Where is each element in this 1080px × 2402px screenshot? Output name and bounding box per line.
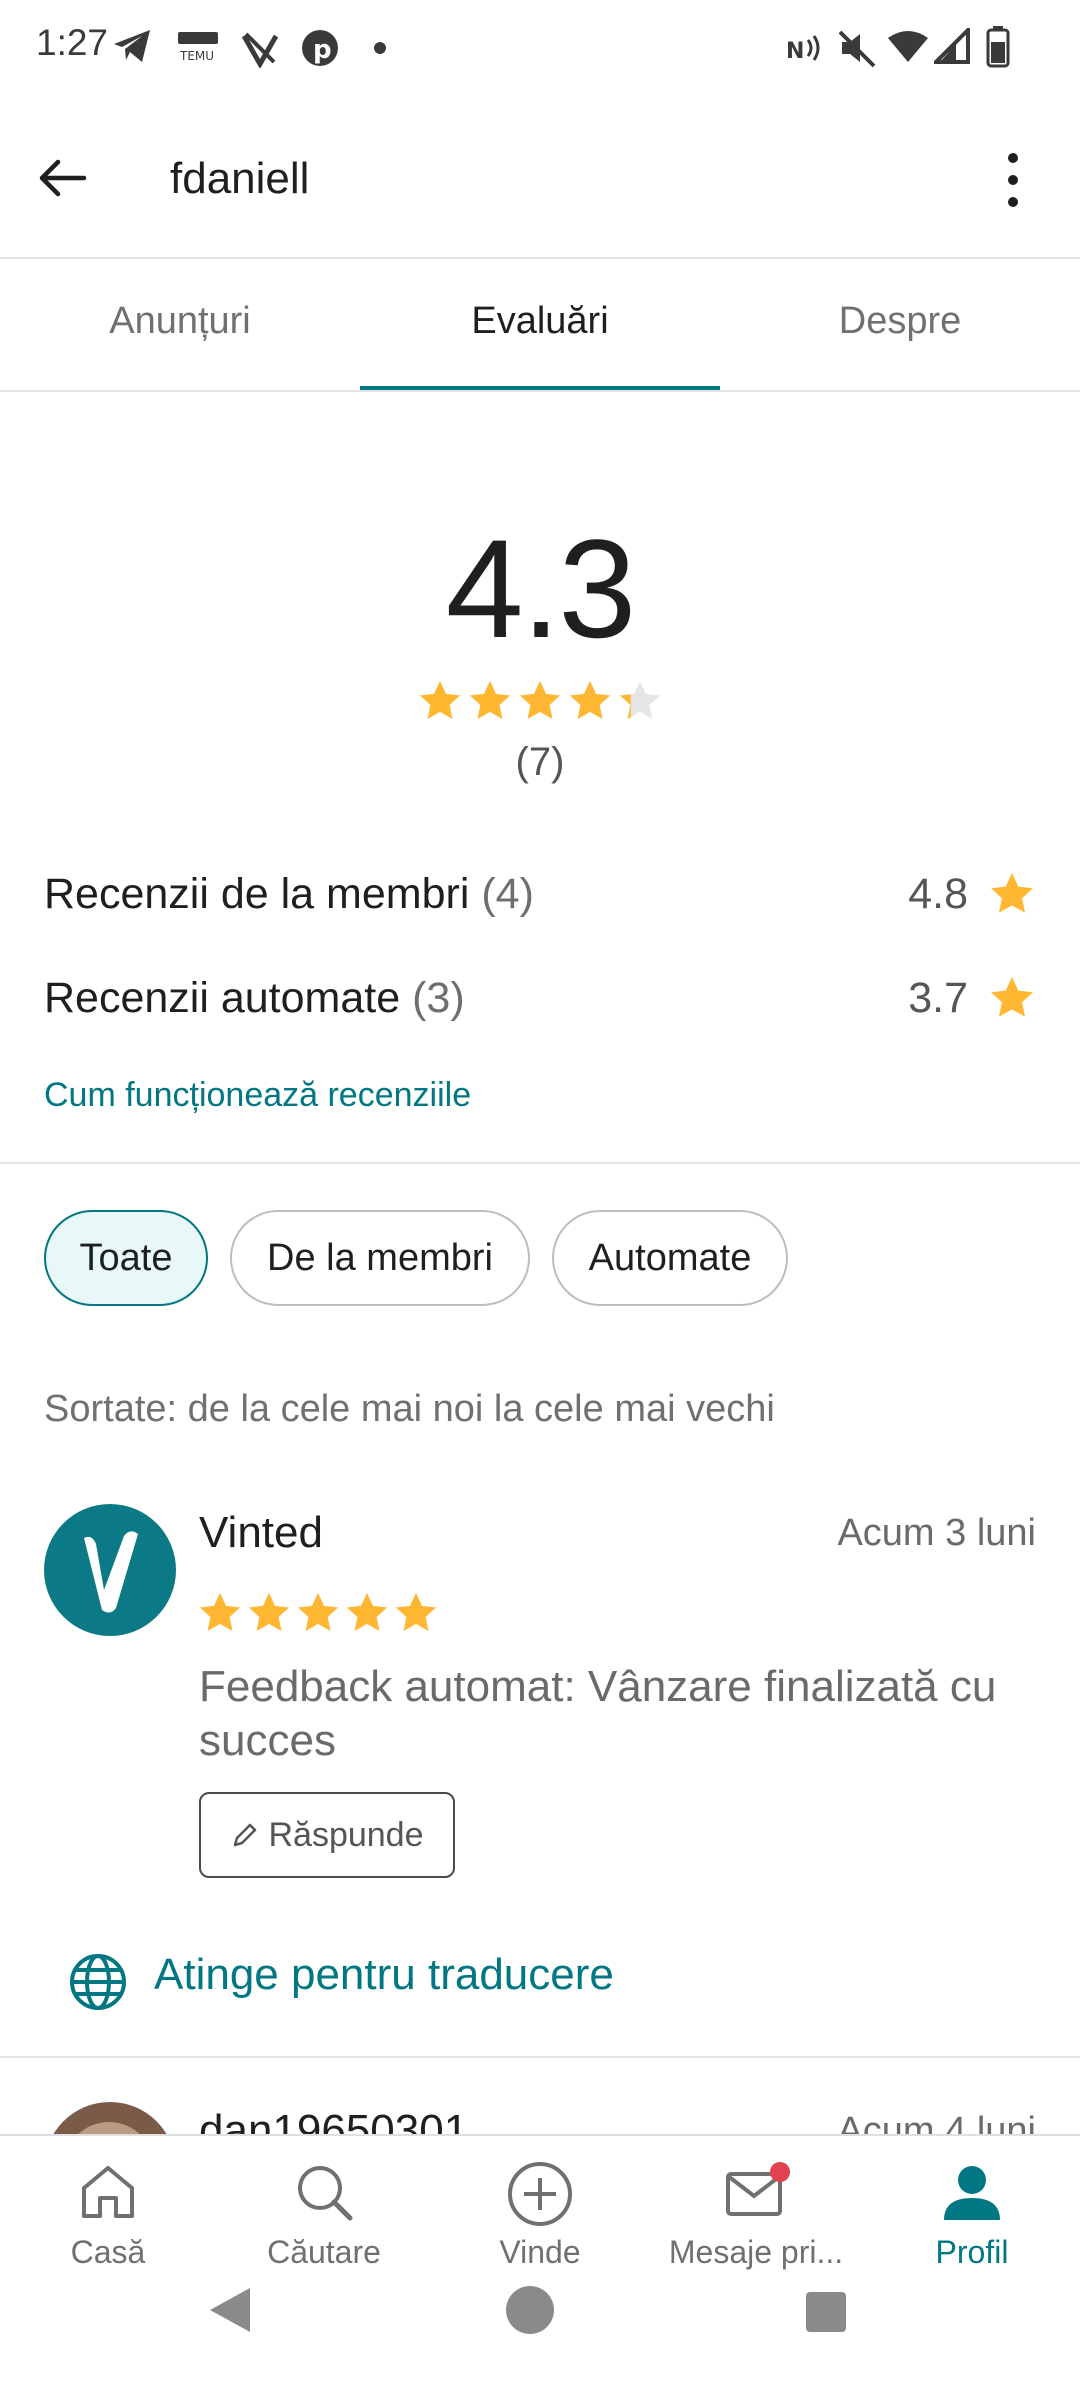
reply-button[interactable]: Răspunde xyxy=(199,1792,455,1878)
star-icon xyxy=(346,1592,388,1632)
bottom-navigation: Casă Căutare Vinde Mesaje pri... Profil xyxy=(0,2134,1080,2402)
star-icon xyxy=(199,1592,241,1632)
home-icon xyxy=(76,2160,140,2224)
average-rating-stars xyxy=(417,678,665,726)
nfc-icon: N xyxy=(786,30,826,66)
svg-text:N: N xyxy=(786,39,804,64)
nav-search[interactable]: Căutare xyxy=(216,2136,432,2296)
system-recents-icon[interactable] xyxy=(804,2290,848,2334)
tabs-divider xyxy=(0,390,1080,392)
battery-icon xyxy=(986,26,1010,68)
star-icon xyxy=(988,870,1036,918)
star-icon xyxy=(519,680,561,720)
reply-button-label: Răspunde xyxy=(268,1815,424,1854)
profile-icon xyxy=(940,2160,1004,2224)
globe-icon[interactable] xyxy=(68,1952,128,2012)
avatar[interactable] xyxy=(44,1504,176,1636)
nav-sell-label: Vinde xyxy=(499,2234,581,2270)
sort-order-text: Sortate: de la cele mai noi la cele mai … xyxy=(44,1388,775,1430)
mail-icon xyxy=(722,2160,790,2224)
search-icon xyxy=(292,2160,356,2224)
member-reviews-score: 4.8 xyxy=(908,870,968,918)
review-stars xyxy=(197,1590,441,1638)
svg-text:TEMU: TEMU xyxy=(179,49,214,62)
status-time: 1:27 xyxy=(36,22,109,63)
star-icon xyxy=(619,680,661,720)
star-icon xyxy=(419,680,461,720)
section-divider xyxy=(0,1162,1080,1164)
nav-profile[interactable]: Profil xyxy=(864,2136,1080,2296)
automatic-reviews-count: (3) xyxy=(412,974,465,1022)
mute-icon xyxy=(838,28,878,68)
pinterest-icon: p xyxy=(300,28,340,68)
how-reviews-work-link[interactable]: Cum funcționează recenziile xyxy=(44,1076,471,1115)
star-icon xyxy=(248,1592,290,1632)
translate-link[interactable]: Atinge pentru traducere xyxy=(154,1950,614,2000)
rating-count: (7) xyxy=(515,740,565,784)
review-divider xyxy=(0,2056,1080,2058)
filter-members-chip[interactable]: De la membri xyxy=(230,1210,530,1306)
system-back-icon[interactable] xyxy=(206,2284,254,2336)
page-title: fdaniell xyxy=(170,154,310,203)
star-icon xyxy=(395,1592,437,1632)
top-bar-divider xyxy=(0,257,1080,259)
automatic-reviews-score: 3.7 xyxy=(908,974,968,1022)
nav-sell[interactable]: Vinde xyxy=(432,2136,648,2296)
nav-messages-label: Mesaje pri... xyxy=(668,2234,844,2270)
telegram-icon xyxy=(112,28,152,64)
wifi-icon xyxy=(888,30,928,64)
svg-text:p: p xyxy=(313,35,332,65)
tab-reviews[interactable]: Evaluări xyxy=(360,300,720,343)
nav-home-label: Casă xyxy=(70,2234,146,2270)
temu-icon: TEMU xyxy=(176,30,220,62)
member-reviews-count: (4) xyxy=(481,870,534,918)
system-home-icon[interactable] xyxy=(504,2284,556,2336)
tab-listings[interactable]: Anunțuri xyxy=(0,300,360,343)
reviewer-name[interactable]: Vinted xyxy=(199,1508,323,1558)
tab-about[interactable]: Despre xyxy=(720,300,1080,343)
nav-home[interactable]: Casă xyxy=(0,2136,216,2296)
star-icon xyxy=(469,680,511,720)
review-date: Acum 3 luni xyxy=(837,1512,1036,1554)
average-rating: 4.3 xyxy=(445,510,637,667)
vinted-logo-icon xyxy=(84,1531,138,1613)
member-reviews-label: Recenzii de la membri xyxy=(44,870,470,918)
star-icon xyxy=(297,1592,339,1632)
nav-search-label: Căutare xyxy=(267,2234,381,2270)
filter-all-chip[interactable]: Toate xyxy=(44,1210,208,1306)
review-text: Feedback automat: Vânzare finalizată cu … xyxy=(199,1662,997,1765)
nav-messages[interactable]: Mesaje pri... xyxy=(648,2136,864,2296)
more-options-icon[interactable] xyxy=(998,150,1028,210)
member-reviews-row: Recenzii de la membri (4) xyxy=(44,870,534,919)
nav-profile-label: Profil xyxy=(935,2234,1009,2270)
star-icon xyxy=(569,680,611,720)
star-icon xyxy=(988,974,1036,1022)
vpn-icon xyxy=(240,28,280,68)
plus-circle-icon xyxy=(506,2160,574,2228)
notification-dot-icon xyxy=(374,42,386,54)
pencil-icon xyxy=(230,1820,260,1850)
automatic-reviews-label: Recenzii automate xyxy=(44,974,401,1022)
filter-automatic-chip[interactable]: Automate xyxy=(552,1210,788,1306)
cell-signal-icon xyxy=(934,28,970,64)
back-arrow-icon[interactable] xyxy=(34,150,90,206)
automatic-reviews-row: Recenzii automate (3) xyxy=(44,974,465,1023)
